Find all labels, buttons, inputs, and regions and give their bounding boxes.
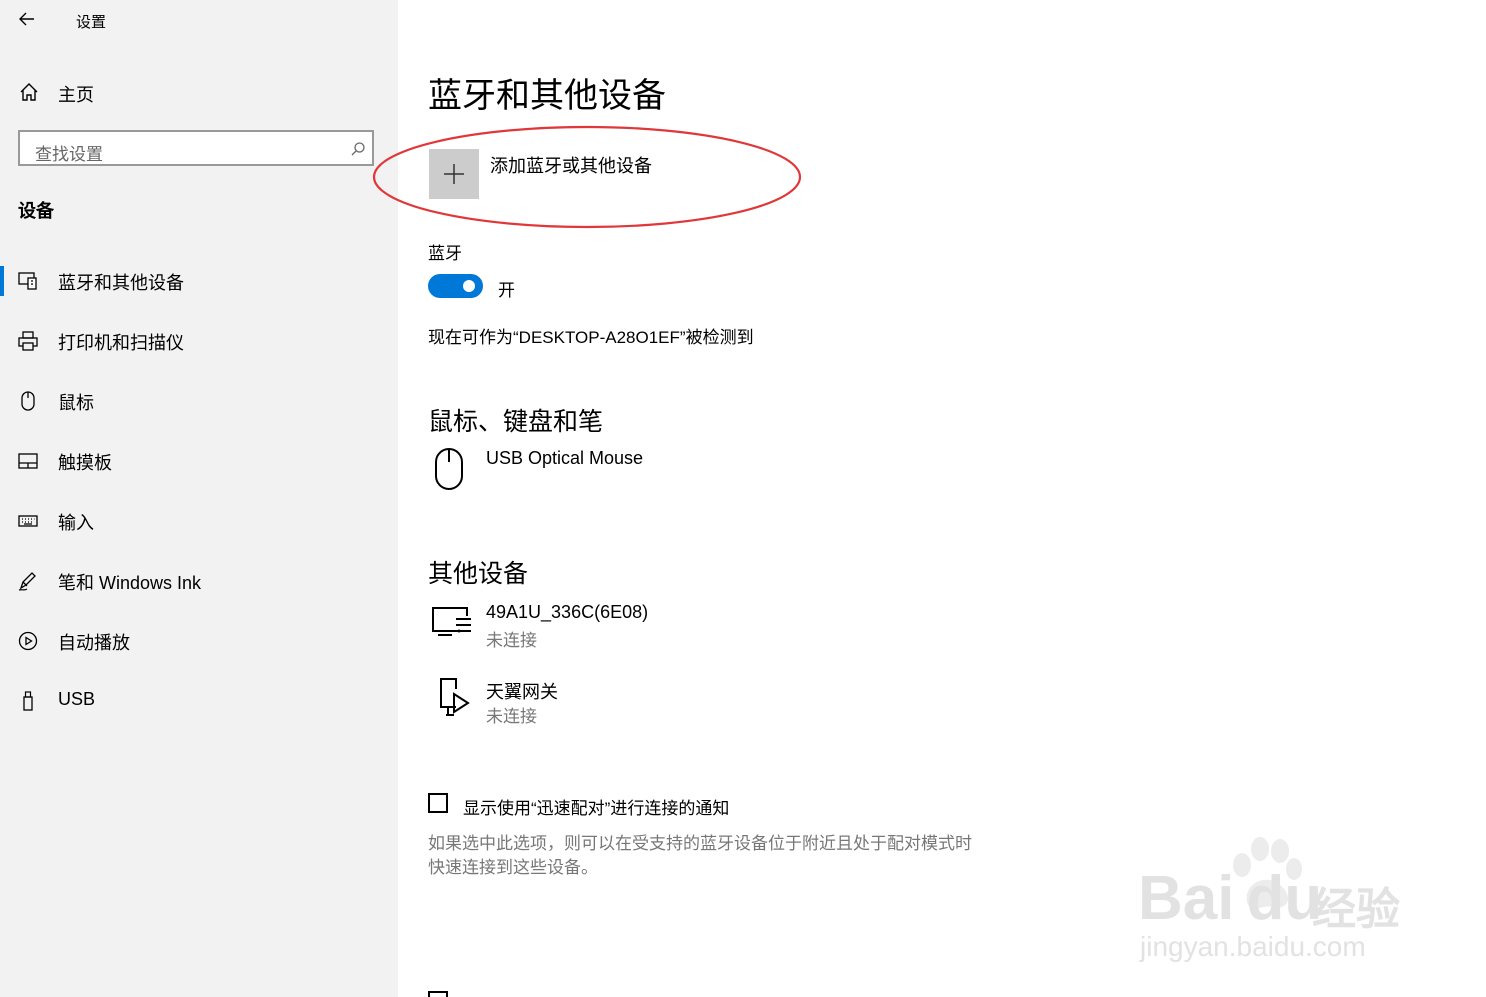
watermark-brand-b: du [1246,864,1323,933]
device-usb-mouse[interactable]: USB Optical Mouse [428,445,828,495]
discoverable-text: 现在可作为“DESKTOP-A28O1EF”被检测到 [428,328,754,347]
sidebar-item-pen[interactable]: 笔和 Windows Ink [0,556,398,606]
swift-pair-label[interactable]: 显示使用“迅速配对”进行连接的通知 [463,794,729,819]
device-media[interactable]: 天翼网关 未连接 [428,674,828,729]
mouse-icon [17,390,39,412]
device-name: 天翼网关 [486,682,558,702]
sidebar-item-label: USB [58,689,96,709]
printer-icon [17,330,39,352]
sidebar: 设置 主页 查找设置 设备 蓝牙和其他设备 打印机和扫描仪 鼠标 触摸板 输入 … [0,0,398,997]
home-label: 主页 [58,85,94,105]
search-input[interactable]: 查找设置 [35,140,103,165]
swift-pair-description: 如果选中此选项，则可以在受支持的蓝牙设备位于附近且处于配对模式时 [428,834,972,853]
selection-indicator [0,266,4,296]
swift-pair-checkbox[interactable] [428,793,448,813]
pen-icon [17,570,39,592]
toggle-knob [463,280,475,292]
next-checkbox[interactable] [428,991,448,997]
mouse-section-title: 鼠标、键盘和笔 [428,408,604,436]
main-content: 蓝牙和其他设备 添加蓝牙或其他设备 蓝牙 开 现在可作为“DESKTOP-A28… [372,0,1486,997]
sidebar-item-label: 触摸板 [58,453,112,473]
plus-icon [444,164,464,184]
device-name: 49A1U_336C(6E08) [486,602,649,622]
bluetooth-toggle[interactable] [428,274,483,298]
bluetooth-devices-icon [17,270,39,292]
sidebar-item-mouse[interactable]: 鼠标 [0,376,398,426]
media-device-icon [438,677,472,721]
keyboard-icon [17,510,39,532]
home-icon [18,81,40,103]
display-device-icon [430,605,474,637]
usb-icon [17,690,39,712]
watermark-url: jingyan.baidu.com [1140,931,1366,962]
device-display[interactable]: 49A1U_336C(6E08) 未连接 [428,598,828,653]
section-title: 设备 [18,201,54,221]
add-device-label[interactable]: 添加蓝牙或其他设备 [490,152,652,178]
watermark-brand: Bai du [1138,863,1322,934]
bluetooth-label: 蓝牙 [428,244,462,263]
toggle-state-label: 开 [498,281,515,300]
window-title: 设置 [76,14,107,31]
home-nav-item[interactable]: 主页 [0,72,398,112]
autoplay-icon [17,630,39,652]
page-title: 蓝牙和其他设备 [428,77,666,115]
watermark: Bai du 经验 jingyan.baidu.com [1138,835,1418,970]
sidebar-item-usb[interactable]: USB [0,676,398,726]
add-device-button[interactable] [429,149,479,199]
device-status: 未连接 [486,631,537,650]
sidebar-item-label: 鼠标 [58,393,94,413]
mouse-device-icon [434,447,464,491]
touchpad-icon [17,450,39,472]
sidebar-item-autoplay[interactable]: 自动播放 [0,616,398,666]
search-box[interactable]: 查找设置 [18,130,374,166]
sidebar-item-printers[interactable]: 打印机和扫描仪 [0,316,398,366]
device-name: USB Optical Mouse [486,448,644,468]
back-arrow-icon[interactable] [17,9,37,29]
search-icon[interactable] [350,141,366,157]
sidebar-item-label: 蓝牙和其他设备 [58,273,184,293]
sidebar-item-label: 输入 [58,513,94,533]
other-section-title: 其他设备 [428,560,529,588]
sidebar-item-label: 笔和 Windows Ink [58,573,202,593]
sidebar-item-typing[interactable]: 输入 [0,496,398,546]
sidebar-item-label: 自动播放 [58,633,130,653]
device-status: 未连接 [486,707,537,726]
swift-pair-description-2: 快速连接到这些设备。 [428,858,598,877]
sidebar-item-label: 打印机和扫描仪 [58,333,184,353]
sidebar-item-touchpad[interactable]: 触摸板 [0,436,398,486]
watermark-brand-a: Bai [1138,864,1235,933]
sidebar-item-bluetooth[interactable]: 蓝牙和其他设备 [0,256,398,306]
watermark-brand-cn: 经验 [1312,885,1400,934]
